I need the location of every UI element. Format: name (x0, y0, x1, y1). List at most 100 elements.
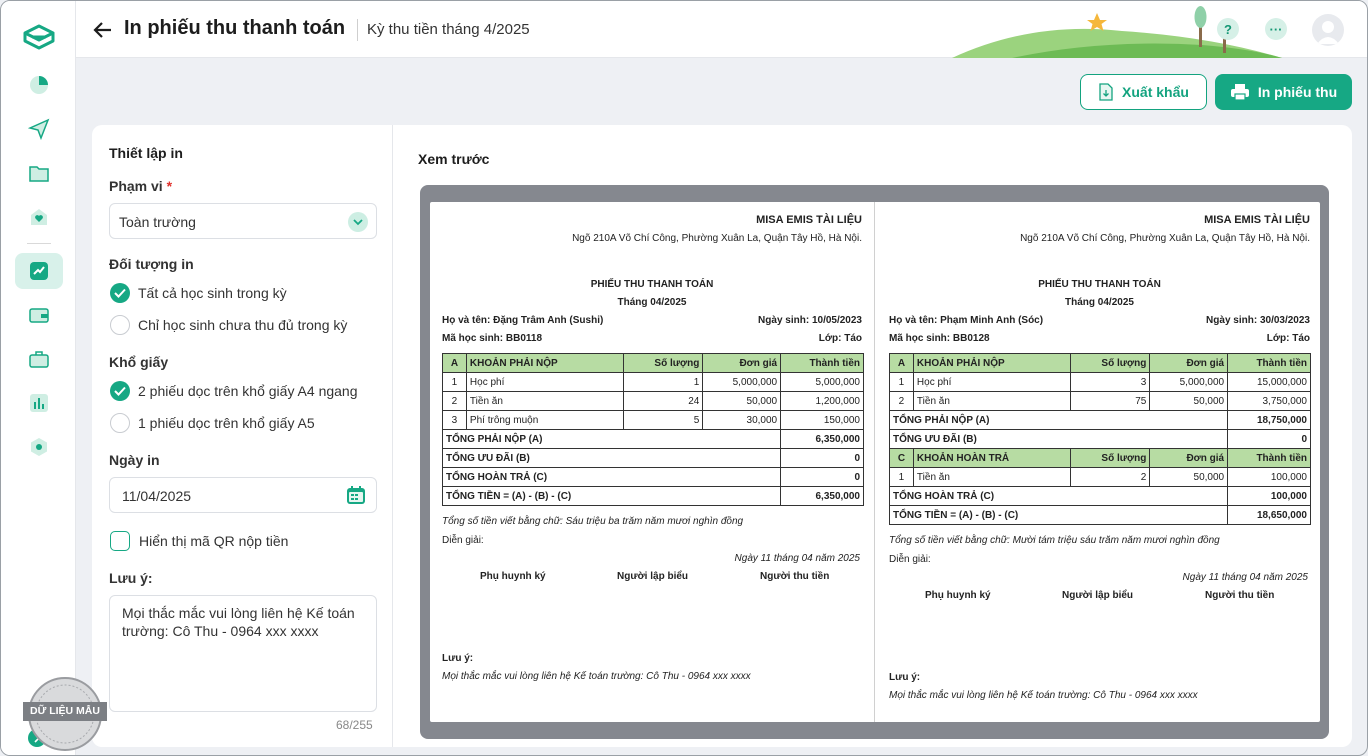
sidebar-item-briefcase[interactable] (15, 341, 63, 377)
settings-panel: Thiết lập in Phạm vi * Toàn trường Đối t… (92, 125, 393, 747)
print-settings-card: Thiết lập in Phạm vi * Toàn trường Đối t… (92, 125, 1352, 747)
cell-amount: 1,200,000 (780, 391, 864, 411)
grand-total-value: 18,650,000 (1227, 505, 1311, 525)
export-button[interactable]: Xuất khẩu (1080, 74, 1207, 110)
app-window: In phiếu thu thanh toán Kỳ thu tiền thán… (0, 0, 1368, 756)
table-row: 1 Học phí 3 5,000,000 15,000,000 (889, 372, 1311, 392)
cell-no: 1 (889, 372, 914, 392)
cell-no: 1 (442, 372, 467, 392)
sidebar-item-dashboard[interactable] (15, 67, 63, 103)
col-section: A (889, 353, 914, 373)
total-c-value: 0 (780, 467, 864, 487)
back-arrow-icon[interactable] (92, 19, 114, 41)
paper-option-a4-label: 2 phiếu dọc trên khổ giấy A4 ngang (138, 383, 358, 399)
sidebar-item-reports[interactable] (15, 385, 63, 421)
qr-checkbox[interactable]: Hiển thị mã QR nộp tiền (110, 531, 288, 551)
cell-amount: 150,000 (780, 410, 864, 430)
scope-select[interactable]: Toàn trường (109, 203, 377, 239)
total-a-label: TỔNG PHẢI NỘP (A) (888, 410, 1229, 430)
wallet-icon (29, 308, 49, 323)
sign-date: Ngày 11 tháng 04 năm 2025 (1182, 572, 1308, 583)
cell-item: Tiền ăn (912, 391, 1071, 411)
signer-preparer: Người lập biểu (617, 571, 689, 582)
app-logo-icon[interactable] (21, 23, 57, 55)
paper-option-a5[interactable]: 1 phiếu dọc trên khổ giấy A5 (110, 413, 315, 433)
cell-item: Học phí (912, 372, 1071, 392)
student-code: Mã học sinh: BB0128 (889, 333, 990, 344)
grand-total-row: TỔNG TIỀN = (A) - (B) - (C) 18,650,000 (888, 505, 1311, 525)
fee-table: A KHOẢN PHẢI NỘP Số lượng Đơn giá Thành … (441, 353, 864, 506)
student-name-row: Họ và tên: Đặng Trâm Anh (Sushi) Ngày sin… (442, 315, 862, 326)
sidebar-item-finance[interactable] (15, 253, 63, 289)
sidebar (1, 1, 76, 755)
cell-amount: 15,000,000 (1227, 372, 1311, 392)
slip-note: Mọi thắc mắc vui lòng liên hệ Kế toán tr… (442, 671, 751, 682)
preview-title: Xem trước (418, 151, 490, 167)
briefcase-icon (29, 351, 49, 368)
sidebar-item-folder[interactable] (15, 155, 63, 191)
cell-price: 5,000,000 (702, 372, 782, 392)
table-row: 2 Tiền ăn 24 50,000 1,200,000 (442, 391, 864, 411)
settings-hexagon-icon (31, 438, 47, 456)
sidebar-item-health[interactable] (15, 199, 63, 235)
print-label: In phiếu thu (1257, 84, 1338, 100)
cell-qty: 2 (1069, 467, 1151, 487)
cell-qty: 5 (622, 410, 704, 430)
col-price: Đơn giá (1149, 353, 1229, 373)
slip-note-label: Lưu ý: (442, 653, 474, 664)
sample-data-stamp: DỮ LIỆU MẪU (23, 675, 107, 753)
date-label: Ngày in (109, 452, 160, 468)
bar-chart-icon (30, 394, 48, 412)
print-button[interactable]: In phiếu thu (1215, 74, 1352, 110)
refund-table-header: C KHOẢN HOÀN TRẢ Số lượng Đơn giá Thành … (889, 448, 1311, 468)
target-option-all[interactable]: Tất cả học sinh trong kỳ (110, 283, 287, 303)
calendar-icon[interactable] (346, 485, 366, 505)
total-b-row: TỔNG ƯU ĐÃI (B) 0 (441, 448, 864, 468)
total-b-row: TỔNG ƯU ĐÃI (B) 0 (888, 429, 1311, 449)
paper-option-a5-label: 1 phiếu dọc trên khổ giấy A5 (138, 415, 315, 431)
sidebar-item-messages[interactable] (15, 111, 63, 147)
col-qty: Số lượng (1069, 353, 1151, 373)
receipt-slip-1: MISA EMIS TÀI LIỆU Ngõ 210A Võ Chí Công,… (430, 202, 875, 722)
total-a-value: 6,350,000 (780, 429, 864, 449)
student-dob: Ngày sinh: 30/03/2023 (1206, 315, 1310, 326)
school-name: MISA EMIS TÀI LIỆU (1204, 214, 1310, 226)
amount-in-words: Tổng số tiền viết bằng chữ: Sáu triệu ba… (442, 516, 744, 527)
avatar[interactable] (1312, 14, 1344, 46)
target-option-unpaid[interactable]: Chỉ học sinh chưa thu đủ trong kỳ (110, 315, 347, 335)
radio-checked-icon (110, 381, 130, 401)
slip-note: Mọi thắc mắc vui lòng liên hệ Kế toán tr… (889, 690, 1198, 701)
export-label: Xuất khẩu (1122, 84, 1189, 100)
grand-total-value: 6,350,000 (780, 486, 864, 506)
radio-unchecked-icon (110, 413, 130, 433)
pie-chart-icon (30, 76, 48, 94)
printer-icon (1230, 84, 1249, 101)
note-textarea[interactable]: Mọi thắc mắc vui lòng liên hệ Kế toán tr… (109, 595, 377, 712)
cell-no: 3 (442, 410, 467, 430)
scope-value: Toàn trường (119, 214, 196, 230)
preview-area[interactable]: MISA EMIS TÀI LIỆU Ngõ 210A Võ Chí Công,… (420, 185, 1329, 739)
sidebar-item-wallet[interactable] (15, 297, 63, 333)
title-divider (357, 19, 358, 41)
student-dob: Ngày sinh: 10/05/2023 (758, 315, 862, 326)
grand-total-label: TỔNG TIỀN = (A) - (B) - (C) (888, 505, 1229, 525)
fee-table: A KHOẢN PHẢI NỘP Số lượng Đơn giá Thành … (888, 353, 1311, 525)
settings-title: Thiết lập in (109, 145, 183, 161)
student-name: Họ và tên: Đặng Trâm Anh (Sushi) (442, 315, 604, 326)
student-code: Mã học sinh: BB0118 (442, 333, 543, 344)
total-c-label: TỔNG HOÀN TRẢ (C) (888, 486, 1229, 506)
scope-label-text: Phạm vi (109, 178, 163, 194)
paper-option-a4[interactable]: 2 phiếu dọc trên khổ giấy A4 ngang (110, 381, 358, 401)
cell-price: 30,000 (702, 410, 782, 430)
print-date-input[interactable]: 11/04/2025 (109, 477, 377, 513)
total-c-value: 100,000 (1227, 486, 1311, 506)
more-button[interactable]: ··· (1265, 18, 1287, 40)
cell-amount: 3,750,000 (1227, 391, 1311, 411)
radio-checked-icon (110, 283, 130, 303)
help-button[interactable]: ? (1217, 18, 1239, 40)
cell-item: Tiền ăn (912, 467, 1071, 487)
student-name: Họ và tên: Phạm Minh Anh (Sóc) (889, 315, 1044, 326)
col-item: KHOẢN PHẢI NỘP (912, 353, 1071, 373)
sidebar-item-settings[interactable] (15, 429, 63, 465)
student-name-row: Họ và tên: Phạm Minh Anh (Sóc) Ngày sinh:… (889, 315, 1310, 326)
